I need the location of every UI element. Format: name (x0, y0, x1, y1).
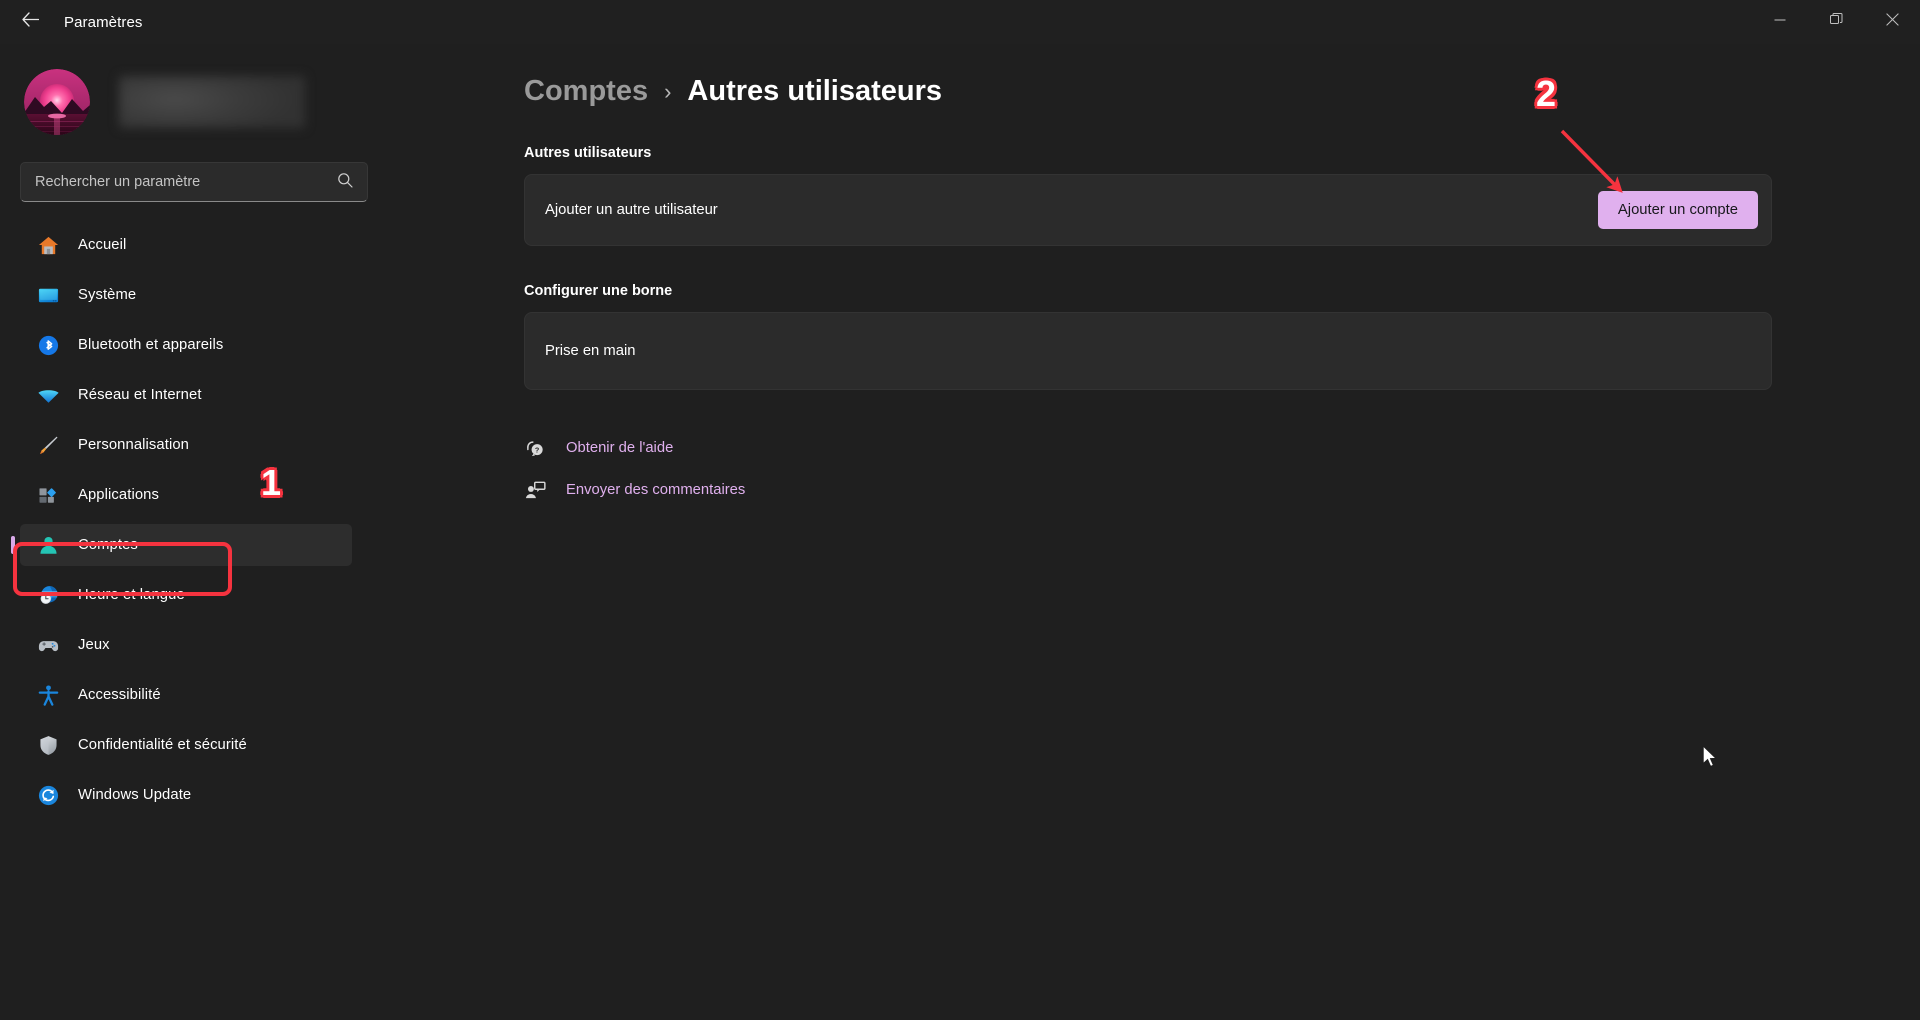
sidebar-item-label: Réseau et Internet (78, 387, 202, 403)
sidebar-item-label: Heure et langue (78, 587, 185, 603)
breadcrumb-parent[interactable]: Comptes (524, 75, 648, 108)
svg-text:?: ? (534, 445, 539, 454)
main-content: Comptes › Autres utilisateurs Autres uti… (372, 44, 1920, 1020)
user-profile[interactable] (0, 44, 372, 140)
minimize-icon (1774, 13, 1786, 31)
user-avatar-sunset[interactable] (24, 69, 90, 135)
sidebar-item-confidentialite[interactable]: Confidentialité et sécurité (20, 724, 352, 766)
search-container (20, 162, 368, 202)
sidebar-item-label: Accessibilité (78, 687, 161, 703)
display-icon (36, 283, 60, 307)
search-input[interactable] (35, 174, 337, 190)
minimize-button[interactable] (1752, 0, 1808, 44)
window-controls (1752, 0, 1920, 44)
arrow-left-icon (21, 12, 39, 32)
sidebar-item-label: Jeux (78, 637, 110, 653)
kiosk-setup-card[interactable]: Prise en main (524, 312, 1772, 390)
sidebar-item-label: Personnalisation (78, 437, 190, 453)
footer-links: ? Obtenir de l'aide Envoyer des commenta… (524, 430, 1920, 508)
shield-icon (36, 733, 60, 757)
get-help-label: Obtenir de l'aide (566, 440, 674, 456)
sidebar-item-comptes[interactable]: Comptes (20, 524, 352, 566)
sidebar-item-label: Applications (78, 487, 159, 503)
user-name-redacted (119, 76, 305, 128)
sidebar-item-label: Comptes (78, 537, 138, 553)
sidebar-item-accessibilite[interactable]: Accessibilité (20, 674, 352, 716)
get-help-link[interactable]: ? Obtenir de l'aide (524, 430, 673, 466)
apps-icon (36, 483, 60, 507)
sidebar: Accueil Système (0, 44, 372, 1020)
close-icon (1885, 13, 1899, 31)
sidebar-item-heure-langue[interactable]: Heure et langue (20, 574, 352, 616)
search-icon[interactable] (337, 172, 353, 193)
sidebar-item-label: Windows Update (78, 787, 192, 803)
section-heading-kiosk: Configurer une borne (524, 283, 673, 299)
feedback-icon (524, 479, 546, 501)
title-bar: Paramètres (0, 0, 1920, 44)
help-icon: ? (524, 437, 546, 459)
wifi-icon (36, 383, 60, 407)
add-user-label: Ajouter un autre utilisateur (545, 202, 718, 218)
sidebar-item-label: Bluetooth et appareils (78, 337, 224, 353)
send-feedback-link[interactable]: Envoyer des commentaires (524, 472, 745, 508)
sidebar-nav: Accueil Système Bluetooth et appareils R… (0, 224, 372, 816)
gamepad-icon (36, 633, 60, 657)
paintbrush-icon (36, 433, 60, 457)
restore-icon (1829, 13, 1843, 31)
clock-globe-icon (36, 583, 60, 607)
search-box[interactable] (20, 162, 368, 202)
sidebar-item-accueil[interactable]: Accueil (20, 224, 352, 266)
add-account-button[interactable]: Ajouter un compte (1597, 191, 1758, 229)
sidebar-item-bluetooth[interactable]: Bluetooth et appareils (20, 324, 352, 366)
close-button[interactable] (1864, 0, 1920, 44)
accounts-icon (36, 533, 60, 557)
page-title: Autres utilisateurs (687, 75, 943, 107)
sidebar-item-jeux[interactable]: Jeux (20, 624, 352, 666)
update-icon (36, 783, 60, 807)
sidebar-item-windows-update[interactable]: Windows Update (20, 774, 352, 816)
sidebar-item-applications[interactable]: Applications (20, 474, 352, 516)
accessibility-icon (36, 683, 60, 707)
sidebar-item-reseau[interactable]: Réseau et Internet (20, 374, 352, 416)
back-button[interactable] (10, 6, 50, 38)
sidebar-item-personnalisation[interactable]: Personnalisation (20, 424, 352, 466)
section-heading-other-users: Autres utilisateurs (524, 145, 652, 161)
kiosk-setup-label: Prise en main (545, 343, 636, 359)
sidebar-item-label: Confidentialité et sécurité (78, 737, 247, 753)
sidebar-item-label: Système (78, 287, 137, 303)
home-icon (36, 233, 60, 257)
send-feedback-label: Envoyer des commentaires (566, 482, 746, 498)
breadcrumb-separator-icon: › (664, 78, 672, 104)
maximize-restore-button[interactable] (1808, 0, 1864, 44)
sidebar-item-systeme[interactable]: Système (20, 274, 352, 316)
sidebar-item-label: Accueil (78, 237, 127, 253)
bluetooth-icon (36, 333, 60, 357)
add-user-card: Ajouter un autre utilisateur Ajouter un … (524, 174, 1772, 246)
window-title: Paramètres (64, 13, 143, 31)
breadcrumb: Comptes › Autres utilisateurs (524, 75, 1920, 108)
